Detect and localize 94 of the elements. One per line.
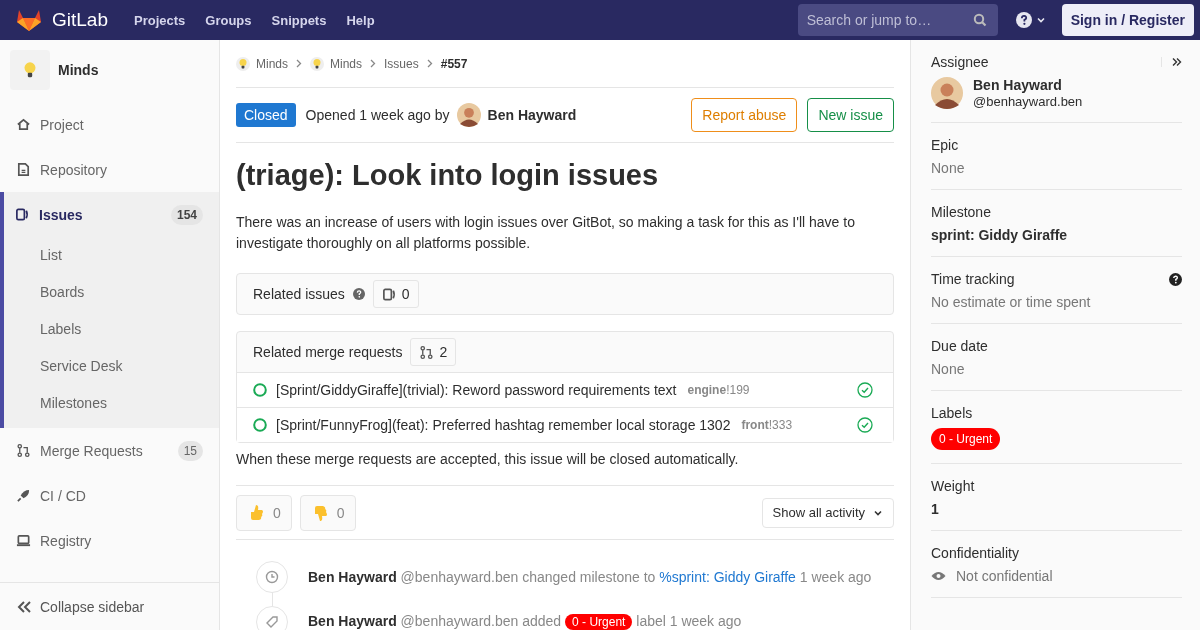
milestone-link[interactable]: %sprint: Giddy Giraffe xyxy=(659,568,796,585)
section-title: Related issues xyxy=(253,286,345,302)
merge-request-reference: engine!199 xyxy=(687,383,750,397)
issues-icon xyxy=(381,286,397,302)
sidebar-subitem[interactable]: Labels xyxy=(4,311,219,348)
double-chevron-icon xyxy=(16,599,32,614)
count-badge: 0 xyxy=(372,280,419,308)
project-name[interactable]: Minds xyxy=(58,62,99,78)
caret-icon xyxy=(1035,15,1046,25)
activity-filter-dropdown[interactable]: Show all activity xyxy=(761,497,894,528)
section-title: Milestone xyxy=(931,204,991,220)
breadcrumb-link[interactable]: Minds xyxy=(256,56,288,71)
double-chevron-icon xyxy=(1172,57,1182,67)
sidebar-item[interactable]: Repository xyxy=(0,147,219,192)
merge-request-icon xyxy=(16,443,31,458)
merge-request-reference: front!333 xyxy=(741,418,793,432)
count-badge: 154 xyxy=(170,204,203,225)
nav-link[interactable]: Help xyxy=(346,12,375,28)
author-link[interactable]: Ben Hayward xyxy=(487,107,577,123)
issue-description: There was an increase of users with login issues over GitBot, so making a task for this as I'll have to investigate thoroughly on all platforms possible. xyxy=(236,213,856,253)
avatar xyxy=(456,103,481,127)
section-title: Epic xyxy=(931,137,959,153)
sign-in-button[interactable]: Sign in / Register xyxy=(1061,4,1194,36)
activity-note: Ben Hayward @benhayward.ben added 0 - Urgent label 1 week ago xyxy=(308,613,742,630)
sidebar-item[interactable]: Project xyxy=(0,102,219,147)
monitor-icon xyxy=(16,533,31,548)
award-button[interactable]: 0 xyxy=(236,494,292,531)
section-title: Labels xyxy=(931,405,973,421)
nav-link[interactable]: Groups xyxy=(205,12,252,28)
help-icon xyxy=(1015,12,1032,28)
nav-link[interactable]: Projects xyxy=(134,12,186,28)
sidebar-subitem[interactable]: Boards xyxy=(4,274,219,311)
section-title: Time tracking xyxy=(931,271,1015,287)
eye-icon xyxy=(931,571,946,581)
assignee-username: @benhayward.ben xyxy=(973,94,1083,109)
section-value: 1 xyxy=(931,501,940,517)
section-value: None xyxy=(931,361,966,377)
document-icon xyxy=(16,162,31,177)
section-value: Not confidential xyxy=(956,568,1053,584)
tag-icon xyxy=(265,614,279,629)
open-status-icon xyxy=(253,418,267,432)
action-button[interactable]: New issue xyxy=(807,98,894,132)
search-icon xyxy=(972,13,987,27)
avatar xyxy=(931,77,963,109)
home-icon xyxy=(16,117,31,132)
issue-title: (triage): Look into login issues xyxy=(236,159,660,192)
help-icon[interactable] xyxy=(1169,272,1182,286)
nav-link[interactable]: Snippets xyxy=(271,12,327,28)
section-title: Weight xyxy=(931,478,975,494)
breadcrumb-link[interactable]: Issues xyxy=(384,56,419,71)
chevron-icon xyxy=(296,59,302,68)
breadcrumb-link[interactable]: Minds xyxy=(330,56,363,71)
sidebar-subitem[interactable]: Milestones xyxy=(4,385,219,422)
section-value: None xyxy=(931,160,966,176)
section-title: Due date xyxy=(931,338,988,354)
chevron-icon xyxy=(370,59,377,68)
sidebar-subitem[interactable]: Service Desk xyxy=(4,348,219,385)
fox-logo-icon xyxy=(16,8,42,32)
check-circle-icon xyxy=(857,417,873,433)
sidebar-item[interactable]: CI / CD xyxy=(0,473,219,518)
help-dropdown[interactable] xyxy=(1015,12,1046,28)
count-badge: 2 xyxy=(410,338,457,366)
sidebar-item[interactable]: Merge Requests 15 xyxy=(0,428,219,473)
sidebar-item[interactable]: Registry xyxy=(0,518,219,563)
merge-request-link[interactable]: [Sprint/GiddyGiraffe](trivial): Reword password requirements text xyxy=(276,382,677,398)
activity-note: Ben Hayward @benhayward.ben changed milestone to %sprint: Giddy Giraffe 1 week ago xyxy=(308,568,872,585)
open-status-icon xyxy=(253,383,267,397)
section-value: No estimate or time spent xyxy=(931,294,1092,310)
breadcrumb-link[interactable]: #557 xyxy=(440,56,468,71)
status-badge: Closed xyxy=(236,103,296,127)
section-title: Assignee xyxy=(931,54,989,70)
brand-name[interactable]: GitLab xyxy=(52,9,108,31)
section-value: sprint: Giddy Giraffe xyxy=(931,227,1069,243)
search-field[interactable]: Search or jump to… xyxy=(797,4,998,36)
merge-request-icon xyxy=(419,344,435,360)
check-circle-icon xyxy=(857,382,873,398)
expand-sidebar-button[interactable] xyxy=(1161,57,1182,67)
section-title: Related merge requests xyxy=(253,344,403,360)
award-button[interactable]: 0 xyxy=(299,494,356,531)
label-badge[interactable]: 0 - Urgent xyxy=(565,614,633,630)
sidebar-item[interactable]: Issues 154 xyxy=(4,192,219,237)
sidebar-subitem[interactable]: List xyxy=(4,237,219,274)
assignee-name[interactable]: Ben Hayward xyxy=(973,77,1083,93)
chevron-icon xyxy=(426,59,433,68)
merge-request-link[interactable]: [Sprint/FunnyFrog](feat): Preferred hashtag remember local storage 1302 xyxy=(276,417,731,433)
opened-text: Opened 1 week ago by xyxy=(305,107,450,123)
rocket-icon xyxy=(16,488,31,503)
count-badge: 15 xyxy=(177,440,203,461)
section-title: Confidentiality xyxy=(931,545,1019,561)
issues-icon xyxy=(15,207,30,222)
label-badge[interactable]: 0 - Urgent xyxy=(931,428,1001,450)
clock-icon xyxy=(265,569,279,584)
merge-note: When these merge requests are accepted, this issue will be closed automatically. xyxy=(236,451,740,467)
help-icon xyxy=(352,288,365,300)
